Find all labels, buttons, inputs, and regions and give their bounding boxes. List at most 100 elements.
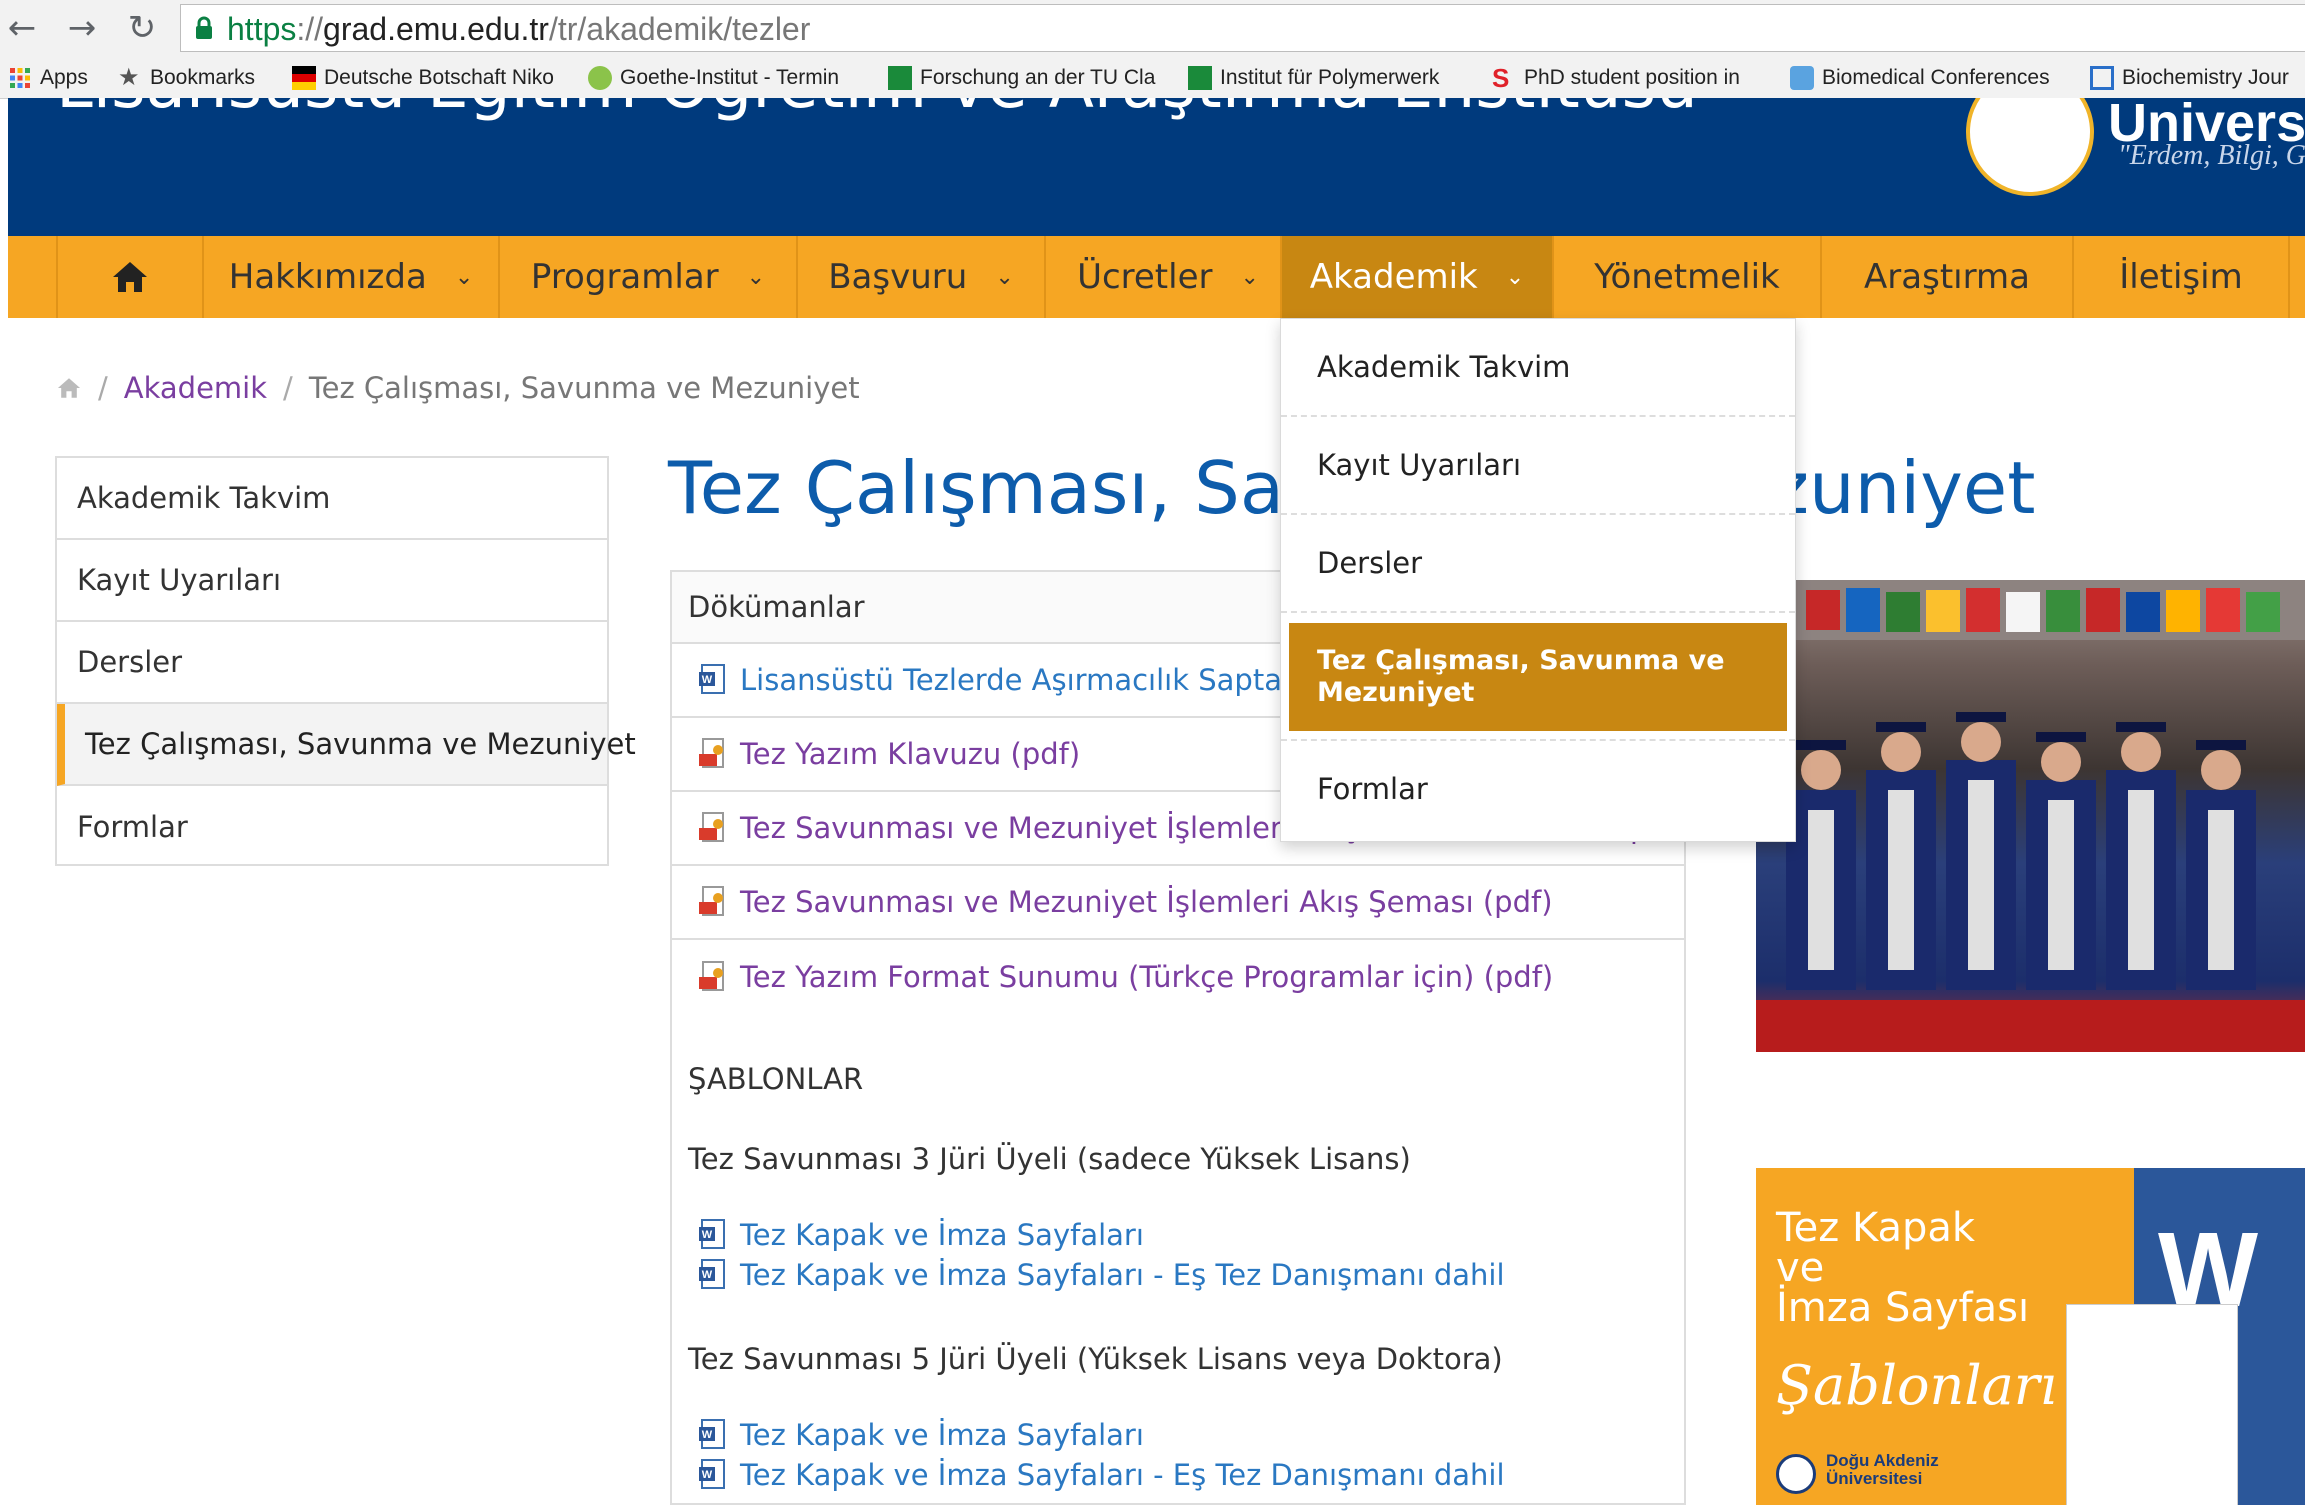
bookmark-item[interactable]: Deutsche Botschaft Niko (292, 58, 564, 98)
banner-line: ve (1776, 1245, 1825, 1291)
akademik-dropdown-menu: Akademik Takvim Kayıt Uyarıları Dersler … (1280, 318, 1796, 842)
template-link-label: Tez Kapak ve İmza Sayfaları (740, 1418, 1144, 1452)
template-link[interactable]: W Tez Kapak ve İmza Sayfaları - Eş Tez D… (698, 1458, 1505, 1492)
dropdown-item-akademik-takvim[interactable]: Akademik Takvim (1281, 319, 1795, 417)
svg-text:W: W (702, 1469, 713, 1481)
template-link[interactable]: W Tez Kapak ve İmza Sayfaları (698, 1418, 1144, 1452)
dropdown-item-formlar[interactable]: Formlar (1281, 739, 1795, 837)
goethe-icon (588, 66, 612, 90)
url-text: https://grad.emu.edu.tr/tr/akademik/tezl… (227, 9, 810, 49)
bookmark-item[interactable]: Biomedical Conferences (1790, 58, 2062, 98)
home-icon[interactable] (56, 376, 82, 400)
template-group-title: Tez Savunması 5 Jüri Üyeli (Yüksek Lisan… (688, 1342, 1503, 1376)
dropdown-item-label: Akademik Takvim (1317, 350, 1571, 384)
sidebar-item-tez[interactable]: Tez Çalışması, Savunma ve Mezuniyet (57, 704, 636, 786)
forward-arrow-icon[interactable]: → (62, 8, 102, 48)
svg-text:W: W (702, 674, 713, 686)
flag-de-icon (292, 66, 316, 90)
pdf-file-icon (699, 961, 724, 991)
graduation-illustration (1756, 580, 2305, 1052)
tu-icon (888, 66, 912, 90)
word-file-icon: W (699, 664, 725, 694)
word-file-icon: W (699, 1259, 725, 1289)
back-arrow-icon[interactable]: ← (2, 8, 42, 48)
url-separator: :// (296, 11, 324, 47)
sidebar-item-formlar[interactable]: Formlar (57, 786, 607, 868)
url-scheme: https (227, 11, 297, 47)
word-file-icon: W (699, 1419, 725, 1449)
document-link[interactable]: Lisansüstü Tezlerde Aşırmacılık Saptama (740, 663, 1328, 697)
nav-programlar[interactable]: Programlar ⌄ (498, 236, 796, 318)
url-path: /tr/akademik/tezler (548, 11, 811, 47)
star-icon: ★ (118, 64, 140, 91)
main-nav: Hakkımızda ⌄ Programlar ⌄ Başvuru ⌄ Ücretle… (8, 236, 2305, 318)
dropdown-item-tez[interactable]: Tez Çalışması, Savunma ve Mezuniyet (1289, 623, 1787, 731)
nav-akademik[interactable]: Akademik ⌄ (1280, 236, 1552, 318)
nav-label: Araştırma (1864, 257, 2030, 297)
document-preview (2066, 1304, 2238, 1505)
template-link[interactable]: W Tez Kapak ve İmza Sayfaları - Eş Tez D… (698, 1258, 1505, 1292)
nav-ucretler[interactable]: Ücretler ⌄ (1044, 236, 1290, 318)
site-header: Lisansüstü Eğitim Öğretim ve Araştırma E… (8, 98, 2305, 236)
template-link[interactable]: W Tez Kapak ve İmza Sayfaları (698, 1218, 1144, 1252)
banner-line: Tez Kapak (1776, 1205, 1976, 1251)
sidebar-item-kayit-uyarilari[interactable]: Kayıt Uyarıları (57, 540, 607, 622)
logo-line: Doğu Akdeniz (1826, 1451, 1939, 1470)
chevron-down-icon: ⌄ (746, 264, 766, 290)
pdf-file-icon (699, 812, 724, 842)
bookmark-label: Apps (40, 66, 88, 89)
pdf-file-icon (699, 886, 724, 916)
bookmark-folder[interactable]: ★ Bookmarks (118, 58, 255, 98)
svg-text:W: W (702, 1229, 713, 1241)
s-logo-icon: S (1492, 63, 1510, 93)
bookmark-item[interactable]: Goethe-Institut - Termin (588, 58, 860, 98)
bookmark-apps[interactable]: Apps (8, 58, 88, 98)
dropdown-item-label: Kayıt Uyarıları (1317, 448, 1522, 482)
breadcrumb: / Akademik / Tez Çalışması, Savunma ve M… (56, 368, 860, 408)
sidebar-item-label: Tez Çalışması, Savunma ve Mezuniyet (85, 727, 636, 761)
svg-text:W: W (702, 1269, 713, 1281)
breadcrumb-akademik[interactable]: Akademik (124, 371, 267, 405)
nav-yonetmelik[interactable]: Yönetmelik (1552, 236, 1820, 318)
template-link-label: Tez Kapak ve İmza Sayfaları - Eş Tez Dan… (740, 1458, 1505, 1492)
sidebar: Akademik Takvim Kayıt Uyarıları Dersler … (55, 456, 636, 868)
document-link[interactable]: Tez Yazım Klavuzu (pdf) (740, 737, 1080, 771)
tu-icon (1188, 66, 1212, 90)
dropdown-item-kayit-uyarilari[interactable]: Kayıt Uyarıları (1281, 417, 1795, 515)
chevron-down-icon: ⌄ (454, 264, 474, 290)
document-link[interactable]: Tez Yazım Format Sunumu (Türkçe Programl… (740, 960, 1553, 994)
bookmark-label: PhD student position in (1524, 66, 1740, 89)
sidebar-item-label: Formlar (77, 810, 188, 844)
banner-text: Tez Kapak ve İmza Sayfası (1776, 1208, 2029, 1328)
sidebar-item-dersler[interactable]: Dersler (57, 622, 607, 704)
nav-hakkimizda[interactable]: Hakkımızda ⌄ (202, 236, 498, 318)
bookmark-item[interactable]: Forschung an der TU Cla (888, 58, 1160, 98)
nav-iletisim[interactable]: İletişim (2072, 236, 2290, 318)
bookmark-item[interactable]: S PhD student position in (1492, 58, 1764, 98)
reload-icon[interactable]: ↻ (122, 8, 162, 48)
banner-heading: Şablonları (1776, 1354, 2057, 1417)
breadcrumb-separator: / (283, 371, 293, 405)
chevron-down-icon: ⌄ (995, 264, 1014, 290)
banner-logo-text: Doğu Akdeniz Üniversitesi (1826, 1452, 1939, 1488)
document-row[interactable]: Tez Yazım Format Sunumu (Türkçe Programl… (672, 940, 1684, 1014)
address-bar[interactable]: https://grad.emu.edu.tr/tr/akademik/tezl… (180, 4, 2305, 52)
sidebar-item-label: Kayıt Uyarıları (77, 563, 282, 597)
nav-basvuru[interactable]: Başvuru ⌄ (796, 236, 1044, 318)
document-row[interactable]: Tez Savunması ve Mezuniyet İşlemleri Akı… (672, 866, 1684, 940)
nav-home[interactable] (56, 236, 202, 318)
templates-banner[interactable]: Tez Kapak ve İmza Sayfası Şablonları W D… (1756, 1168, 2305, 1505)
lock-icon (196, 16, 212, 39)
document-link[interactable]: Tez Savunması ve Mezuniyet İşlemleri Akı… (740, 885, 1553, 919)
sidebar-item-akademik-takvim[interactable]: Akademik Takvim (57, 458, 607, 540)
nav-label: Yönetmelik (1594, 257, 1780, 297)
nav-label: Programlar (530, 257, 719, 297)
nav-arastirma[interactable]: Araştırma (1820, 236, 2072, 318)
breadcrumb-separator: / (98, 371, 108, 405)
bookmark-label: Bookmarks (150, 66, 256, 89)
dropdown-item-dersler[interactable]: Dersler (1281, 515, 1795, 613)
bookmark-item[interactable]: Institut für Polymerwerk (1188, 58, 1464, 98)
university-seal-icon (1966, 98, 2094, 196)
bookmark-label: Institut für Polymerwerk (1220, 66, 1440, 89)
bookmark-item[interactable]: Biochemistry Jour (2090, 58, 2305, 98)
